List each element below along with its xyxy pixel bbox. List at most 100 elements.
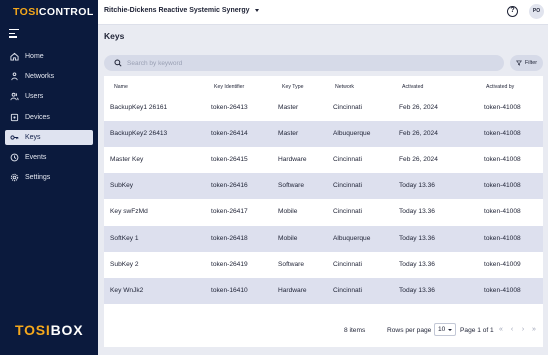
activated-by: token-41008 <box>484 103 521 111</box>
table-row[interactable]: BackupKey2 26413 token-26414 Master Albuque… <box>104 120 543 147</box>
search-input[interactable] <box>127 59 487 67</box>
column-header-network[interactable]: Network <box>335 84 354 90</box>
filter-button[interactable]: Filter <box>510 55 543 71</box>
activated-by: token-41008 <box>484 155 521 163</box>
key-identifier: token-16410 <box>211 286 248 294</box>
key-type: Software <box>278 260 305 268</box>
network-name: Albuquerque <box>333 234 371 242</box>
sidebar-item-label: Networks <box>25 73 55 81</box>
network-icon <box>9 72 19 82</box>
key-name: BackupKey1 26161 <box>110 103 168 111</box>
key-name: BackupKey2 26413 <box>110 129 168 137</box>
activated-by: token-41008 <box>484 234 521 242</box>
table-row[interactable]: SubKey 2 token-26419 Software Cincinnati Tod… <box>104 252 543 278</box>
home-icon <box>9 52 19 62</box>
table-row[interactable]: SubKey token-26416 Software Cincinnati Today… <box>104 173 543 200</box>
help-icon[interactable]: ? <box>507 6 518 17</box>
sidebar-nav: Home Networks Users Devices Keys Events Settin… <box>5 49 93 190</box>
previous-page-icon[interactable]: ‹ <box>508 325 516 334</box>
sidebar-item-settings[interactable]: Settings <box>5 170 93 185</box>
rows-per-page-label: Rows per page <box>387 327 432 334</box>
sidebar-item-label: Users <box>25 93 44 101</box>
key-type: Master <box>278 103 299 111</box>
activated-date: Feb 26, 2024 <box>399 103 438 111</box>
sidebar-item-label: Settings <box>25 174 51 182</box>
top-bar: Ritchie-Dickens Reactive Systemic Synerg… <box>98 0 548 25</box>
page-info: Page 1 of 1 <box>460 327 494 334</box>
activated-by: token-41008 <box>484 129 521 137</box>
column-header-activated[interactable]: Activated <box>402 84 423 90</box>
activated-date: Today 13.36 <box>399 208 435 216</box>
sidebar-item-label: Events <box>25 153 47 161</box>
activated-date: Today 13.36 <box>399 260 435 268</box>
filter-label: Filter <box>524 60 538 66</box>
table-row[interactable]: Key WnJk2 token-16410 Hardware Cincinnati To… <box>104 277 543 305</box>
key-identifier: token-26419 <box>211 260 248 268</box>
key-type: Master <box>278 129 299 137</box>
sidebar: TOSICONTROL Home Networks Users Devices Keys… <box>0 0 98 355</box>
table-row[interactable]: Master Key token-26415 Hardware Cincinnati F… <box>104 147 543 173</box>
first-page-icon[interactable]: « <box>497 325 505 334</box>
next-page-icon[interactable]: › <box>519 325 527 334</box>
chevron-down-icon <box>448 329 452 331</box>
search-bar[interactable] <box>104 55 504 71</box>
activated-by: token-41008 <box>484 182 521 190</box>
brand-part-1: TOSI <box>13 6 39 18</box>
activated-date: Today 13.36 <box>399 182 435 190</box>
sidebar-item-label: Keys <box>25 133 41 141</box>
pagination-bar: 8 items Rows per page 10 Page 1 of 1 « ‹… <box>104 321 543 341</box>
search-icon <box>114 59 122 67</box>
avatar[interactable]: PO <box>529 4 544 19</box>
pager: « ‹ › » <box>497 325 538 334</box>
key-name: SubKey <box>110 182 134 190</box>
tosibox-logo: TOSIBOX <box>15 322 83 338</box>
sidebar-item-home[interactable]: Home <box>5 49 93 64</box>
sidebar-item-label: Home <box>25 53 44 60</box>
key-identifier: token-26415 <box>211 155 248 163</box>
sidebar-item-devices[interactable]: Devices <box>5 110 93 125</box>
logo-part-2: BOX <box>50 322 84 338</box>
network-name: Cincinnati <box>333 155 362 163</box>
activated-date: Today 13.36 <box>399 286 435 294</box>
rows-per-page-select[interactable]: 10 <box>434 323 456 336</box>
key-identifier: token-26418 <box>211 234 248 242</box>
key-type: Mobile <box>278 208 298 216</box>
menu-toggle-icon[interactable] <box>9 29 19 39</box>
sidebar-item-keys[interactable]: Keys <box>5 129 93 145</box>
key-identifier: token-26414 <box>211 129 248 137</box>
organization-name: Ritchie-Dickens Reactive Systemic Synerg… <box>104 7 250 14</box>
network-name: Cincinnati <box>333 286 362 294</box>
key-identifier: token-26413 <box>211 103 248 111</box>
sidebar-item-networks[interactable]: Networks <box>5 69 93 84</box>
key-identifier: token-26416 <box>211 182 248 190</box>
table-row[interactable]: BackupKey1 26161 token-26413 Master Cincinn… <box>104 95 543 121</box>
key-icon <box>9 132 19 142</box>
network-name: Cincinnati <box>333 103 362 111</box>
brand-wordmark: TOSICONTROL <box>13 6 94 18</box>
network-name: Albuquerque <box>333 129 371 137</box>
table-row[interactable]: Key swFzMd token-26417 Mobile Cincinnati Tod… <box>104 199 543 225</box>
column-header-key-type[interactable]: Key Type <box>282 84 304 90</box>
key-type: Software <box>278 182 305 190</box>
column-header-key-identifier[interactable]: Key Identifier <box>214 84 244 90</box>
table-row[interactable]: SoftKey 1 token-26418 Mobile Albuquerque Tod… <box>104 225 543 252</box>
table-header: Name Key Identifier Key Type Network Act… <box>104 80 543 94</box>
column-header-activated-by[interactable]: Activated by <box>486 84 514 90</box>
last-page-icon[interactable]: » <box>530 325 538 334</box>
items-count: 8 items <box>344 327 366 334</box>
network-name: Cincinnati <box>333 260 362 268</box>
keys-table: Name Key Identifier Key Type Network Act… <box>104 76 543 347</box>
sidebar-item-events[interactable]: Events <box>5 150 93 165</box>
activated-by: token-41008 <box>484 208 521 216</box>
key-identifier: token-26417 <box>211 208 248 216</box>
sidebar-item-users[interactable]: Users <box>5 89 93 104</box>
filter-icon <box>515 60 522 66</box>
column-header-name[interactable]: Name <box>114 84 128 90</box>
users-icon <box>9 92 19 102</box>
activated-date: Feb 26, 2024 <box>399 155 438 163</box>
key-name: SubKey 2 <box>110 260 139 268</box>
key-type: Mobile <box>278 234 298 242</box>
sidebar-item-label: Devices <box>25 113 50 121</box>
organization-select[interactable]: Ritchie-Dickens Reactive Systemic Synerg… <box>104 7 259 14</box>
activated-by: token-41008 <box>484 286 521 294</box>
